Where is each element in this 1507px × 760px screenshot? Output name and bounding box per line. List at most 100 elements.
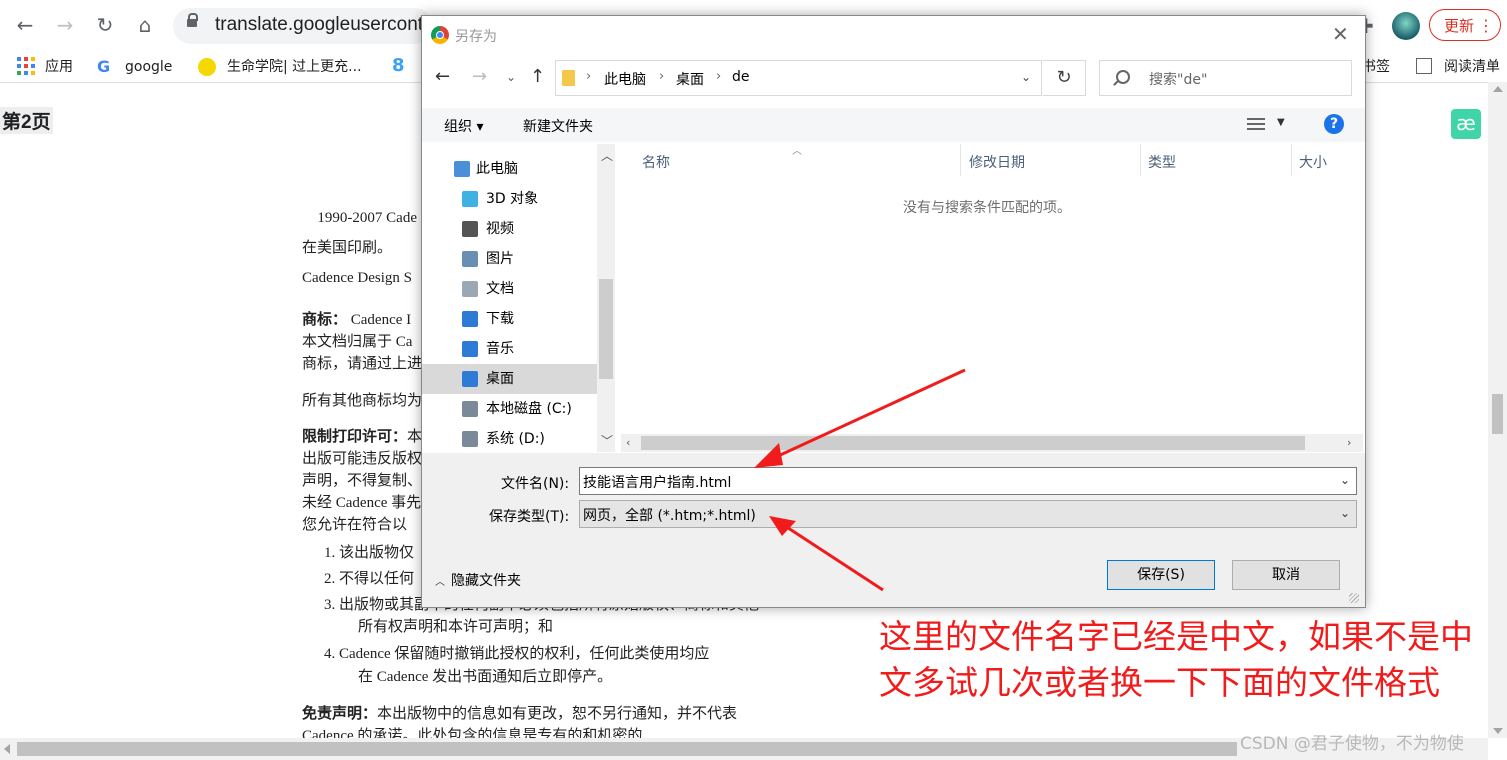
- file-list-hscroll[interactable]: ‹ ›: [621, 434, 1363, 452]
- nav-scrollbar[interactable]: ︿ ﹀: [597, 144, 615, 452]
- avatar[interactable]: [1392, 12, 1420, 40]
- document-line: 所有权声明和本许可声明；和: [358, 615, 553, 636]
- organize-button[interactable]: 组织 ▾: [444, 116, 483, 136]
- help-icon[interactable]: ?: [1324, 114, 1344, 134]
- cancel-button[interactable]: 取消: [1232, 560, 1340, 590]
- nav-tree-item[interactable]: 系统 (D:): [422, 424, 597, 452]
- address-bar[interactable]: translate.googleusercont: [173, 8, 433, 44]
- document-line: 所有其他商标均为: [302, 389, 422, 410]
- forward-arrow-icon[interactable]: →: [472, 66, 487, 87]
- nav-tree-item[interactable]: 此电脑: [422, 154, 597, 184]
- chevron-right-icon[interactable]: ›: [716, 69, 721, 84]
- new-folder-button[interactable]: 新建文件夹: [523, 116, 593, 136]
- chevron-up-icon[interactable]: ︿: [601, 147, 613, 164]
- document-line-text: 在 Cadence 发出书面通知后立即停产。: [358, 669, 613, 685]
- translate-extension-icon[interactable]: æ: [1451, 109, 1481, 139]
- scroll-thumb[interactable]: [1492, 394, 1503, 434]
- nav-tree-item[interactable]: 本地磁盘 (C:): [422, 394, 597, 424]
- hide-folders-toggle[interactable]: ︿ 隐藏文件夹: [435, 570, 521, 590]
- document-line: 声明，不得复制、: [302, 469, 422, 490]
- reading-list-icon: [1416, 58, 1432, 74]
- nav-tree-label: 下载: [486, 311, 514, 327]
- drive-c-icon: [462, 401, 478, 417]
- documents-icon: [462, 281, 478, 297]
- resize-grip-icon[interactable]: [1349, 593, 1359, 603]
- nav-tree-item[interactable]: 音乐: [422, 334, 597, 364]
- bookmark-apps[interactable]: 应用: [45, 56, 73, 78]
- column-name[interactable]: 名称: [642, 152, 670, 172]
- nav-tree-item[interactable]: 3D 对象: [422, 184, 597, 214]
- search-icon: [1116, 70, 1130, 84]
- breadcrumb-this-pc[interactable]: 此电脑: [604, 69, 646, 89]
- document-line:   1990-2007 Cade: [302, 210, 417, 227]
- nav-tree-label: 系统 (D:): [486, 431, 545, 447]
- back-icon[interactable]: ←: [11, 11, 39, 39]
- chevron-right-icon[interactable]: ›: [586, 69, 591, 84]
- chevron-down-icon[interactable]: ⌄: [1340, 473, 1350, 487]
- column-size[interactable]: 大小: [1299, 152, 1327, 172]
- apps-icon[interactable]: [17, 57, 35, 75]
- close-icon[interactable]: ✕: [1332, 22, 1349, 46]
- column-modified[interactable]: 修改日期: [969, 152, 1025, 172]
- save-as-dialog: 另存为 ✕ ← → ⌄ ↑ › 此电脑 › 桌面 › de ⌄ ↻ 搜索"de"…: [421, 15, 1366, 608]
- document-line-bold: 商标：: [302, 312, 348, 328]
- breadcrumb[interactable]: › 此电脑 › 桌面 › de ⌄: [555, 60, 1042, 96]
- update-button[interactable]: 更新: [1429, 9, 1501, 42]
- up-arrow-icon[interactable]: ↑: [530, 66, 545, 87]
- dialog-toolbar: 组织 ▾ 新建文件夹 ▼ ?: [422, 108, 1365, 142]
- filetype-select[interactable]: 网页，全部 (*.htm;*.html) ⌄: [579, 500, 1357, 528]
- scroll-down-icon[interactable]: [1493, 728, 1503, 734]
- empty-message: 没有与搜索条件匹配的项。: [903, 200, 1071, 216]
- bookmark-other[interactable]: 书签: [1362, 56, 1390, 78]
- document-line-text: 商标，请通过上进: [302, 356, 423, 372]
- chevron-down-icon[interactable]: ﹀: [601, 432, 613, 449]
- site-icon: [198, 58, 216, 76]
- breadcrumb-de[interactable]: de: [732, 69, 750, 85]
- refresh-icon[interactable]: ↻: [1043, 60, 1086, 96]
- scroll-left-icon[interactable]: [4, 744, 10, 754]
- desktop-icon: [462, 371, 478, 387]
- chevron-right-icon[interactable]: ›: [659, 69, 664, 84]
- site8-icon[interactable]: 8: [392, 55, 405, 76]
- document-line-text: 本文档归属于 Ca: [302, 334, 413, 350]
- nav-tree-label: 文档: [486, 281, 514, 297]
- column-type[interactable]: 类型: [1148, 152, 1176, 172]
- forward-icon[interactable]: →: [51, 11, 79, 39]
- document-line-text: 2. 不得以任何: [324, 571, 415, 587]
- document-line-text: Cadence I: [347, 312, 412, 328]
- document-line-text: 所有权声明和本许可声明；和: [358, 619, 554, 635]
- nav-tree-item[interactable]: 桌面: [422, 364, 597, 394]
- home-icon[interactable]: ⌂: [131, 11, 159, 39]
- chevron-down-icon[interactable]: ⌄: [1021, 70, 1031, 84]
- file-hscroll-thumb[interactable]: [641, 436, 1305, 450]
- filename-input[interactable]: 技能语言用户指南.html ⌄: [579, 467, 1357, 495]
- save-button[interactable]: 保存(S): [1107, 560, 1215, 590]
- vertical-scrollbar[interactable]: [1488, 82, 1507, 738]
- chevron-right-icon[interactable]: ›: [1347, 436, 1351, 449]
- bookmark-life-school[interactable]: 生命学院| 过上更充...: [227, 56, 362, 78]
- nav-tree-item[interactable]: 图片: [422, 244, 597, 274]
- nav-tree-item[interactable]: 下载: [422, 304, 597, 334]
- nav-scroll-thumb[interactable]: [599, 279, 613, 379]
- nav-tree-item[interactable]: 文档: [422, 274, 597, 304]
- filename-label: 文件名(N):: [501, 476, 570, 492]
- document-line-bold: 免责声明：: [302, 706, 378, 722]
- chevron-down-icon[interactable]: ⌄: [1340, 506, 1350, 520]
- 3d-objects-icon: [462, 191, 478, 207]
- chevron-left-icon[interactable]: ‹: [626, 436, 630, 449]
- scroll-up-icon[interactable]: [1493, 86, 1503, 92]
- reload-icon[interactable]: ↻: [91, 11, 119, 39]
- view-options-icon[interactable]: [1247, 116, 1265, 132]
- h-scroll-thumb[interactable]: [17, 742, 1237, 756]
- bookmark-reading-list[interactable]: 阅读清单: [1444, 56, 1500, 78]
- document-line: 在美国印刷。: [302, 236, 392, 257]
- document-line-text: 本出版物中的信息如有更改，恕不另行通知，并不代表: [377, 706, 738, 722]
- chevron-down-icon[interactable]: ⌄: [506, 70, 516, 84]
- back-arrow-icon[interactable]: ←: [435, 66, 450, 87]
- bookmark-google[interactable]: google: [125, 56, 172, 78]
- search-input[interactable]: 搜索"de": [1099, 60, 1352, 96]
- url-text: translate.googleusercont: [215, 14, 424, 35]
- nav-tree-item[interactable]: 视频: [422, 214, 597, 244]
- breadcrumb-desktop[interactable]: 桌面: [676, 69, 704, 89]
- caret-down-icon[interactable]: ▼: [1277, 117, 1285, 128]
